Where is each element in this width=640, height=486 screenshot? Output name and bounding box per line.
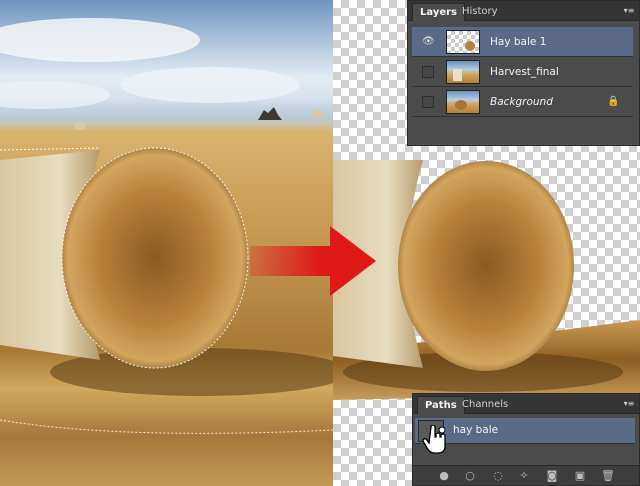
layers-list: 👁 Hay bale 1 Harvest_final Background 🔒 bbox=[412, 27, 633, 117]
layer-name: Hay bale 1 bbox=[490, 36, 547, 48]
transition-arrow bbox=[250, 226, 378, 296]
delete-path-icon[interactable]: 🗑 bbox=[601, 469, 615, 483]
path-name: hay bale bbox=[453, 424, 499, 436]
stroke-path-icon[interactable]: ○ bbox=[463, 469, 477, 483]
layer-row-harvest-final[interactable]: Harvest_final bbox=[412, 57, 633, 87]
layer-thumbnail bbox=[446, 90, 480, 114]
layers-panel: Layers History ▾≡ 👁 Hay bale 1 Harvest_f… bbox=[407, 0, 640, 146]
red-arrow-icon bbox=[250, 226, 376, 296]
layer-name: Background bbox=[490, 96, 553, 108]
layer-row-background[interactable]: Background 🔒 bbox=[412, 87, 633, 117]
hand-cursor-graphic bbox=[422, 424, 446, 454]
panel-menu-icon[interactable]: ▾≡ bbox=[623, 6, 635, 15]
lock-icon: 🔒 bbox=[607, 96, 620, 107]
make-work-path-icon[interactable]: ✧ bbox=[517, 469, 531, 483]
panel-menu-icon[interactable]: ▾≡ bbox=[623, 399, 635, 408]
visibility-toggle-icon[interactable] bbox=[422, 66, 434, 78]
tab-channels[interactable]: Channels bbox=[455, 396, 515, 414]
fill-path-icon[interactable]: ● bbox=[437, 469, 451, 483]
add-mask-icon[interactable]: ◙ bbox=[545, 469, 559, 483]
layer-name: Harvest_final bbox=[490, 66, 559, 78]
paths-panel-tabbar: Paths Channels ▾≡ bbox=[413, 394, 639, 414]
eye-icon[interactable]: 👁 bbox=[422, 36, 435, 48]
new-path-icon[interactable]: ▣ bbox=[573, 469, 587, 483]
load-selection-icon[interactable]: ◌ bbox=[491, 469, 505, 483]
layer-thumbnail bbox=[446, 60, 480, 84]
paths-panel-footer: ● ○ ◌ ✧ ◙ ▣ 🗑 bbox=[413, 465, 639, 485]
tab-history[interactable]: History bbox=[455, 3, 505, 21]
layers-panel-tabbar: Layers History ▾≡ bbox=[408, 1, 639, 21]
visibility-toggle-icon[interactable] bbox=[422, 96, 434, 108]
layer-row-hay-bale-1[interactable]: 👁 Hay bale 1 bbox=[412, 27, 633, 57]
hand-cursor-icon bbox=[422, 424, 450, 455]
layer-thumbnail bbox=[446, 30, 480, 54]
